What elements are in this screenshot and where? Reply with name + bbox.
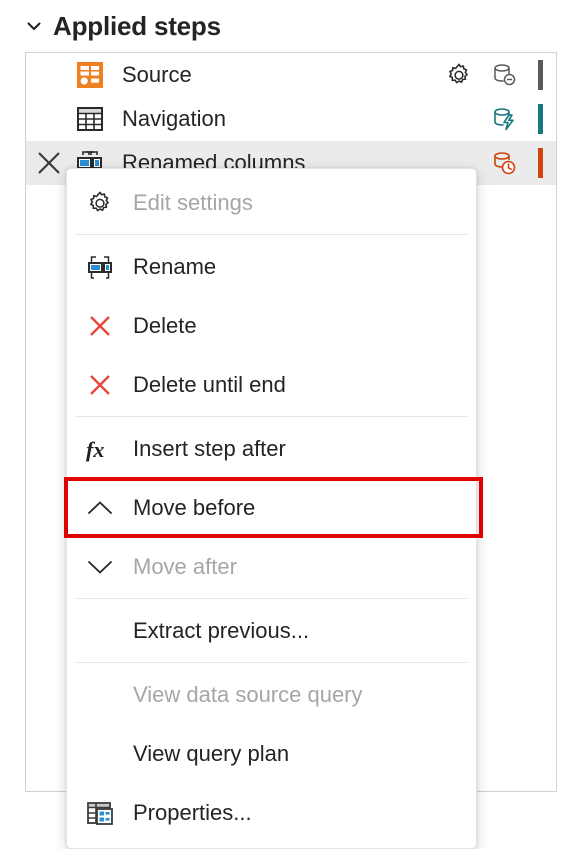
menu-item-view-query-plan[interactable]: View query plan	[67, 724, 476, 783]
svg-text:fx: fx	[86, 437, 104, 462]
gear-icon[interactable]	[442, 58, 476, 92]
table-icon	[72, 97, 108, 141]
menu-separator	[75, 598, 468, 599]
menu-item-edit-settings[interactable]: Edit settings	[67, 173, 476, 232]
menu-item-delete-until-end[interactable]: Delete until end	[67, 355, 476, 414]
step-context-menu: Edit settings Rename Delete Delete until…	[64, 168, 483, 849]
menu-item-extract-previous[interactable]: Extract previous...	[67, 601, 476, 660]
database-minus-icon[interactable]	[488, 58, 520, 92]
step-status-bar	[538, 148, 543, 178]
menu-item-insert-step-after[interactable]: fx Insert step after	[67, 419, 476, 478]
menu-separator	[75, 234, 468, 235]
menu-item-rename[interactable]: Rename	[67, 237, 476, 296]
menu-item-label: Delete	[133, 312, 197, 338]
menu-item-move-after[interactable]: Move after	[67, 537, 476, 596]
step-delete-button	[26, 97, 72, 141]
step-status-bar	[538, 104, 543, 134]
delete-x-icon	[67, 311, 133, 341]
step-row[interactable]: Source	[26, 53, 556, 97]
step-row[interactable]: Navigation	[26, 97, 556, 141]
step-status-bar	[538, 60, 543, 90]
menu-item-label: Properties...	[133, 799, 252, 825]
step-label: Navigation	[122, 106, 226, 131]
properties-icon	[67, 798, 133, 828]
step-delete-button	[26, 53, 72, 97]
chevron-down-icon	[67, 552, 133, 582]
database-lightning-icon[interactable]	[488, 102, 520, 136]
page-title: Applied steps	[53, 10, 221, 41]
rename-icon	[67, 252, 133, 282]
fx-icon: fx	[67, 434, 133, 464]
menu-separator	[75, 662, 468, 663]
step-actions	[442, 53, 556, 97]
step-label: Source	[122, 62, 192, 87]
gear-icon	[67, 188, 133, 218]
menu-item-view-data-source-query[interactable]: View data source query	[67, 665, 476, 724]
menu-item-properties[interactable]: Properties...	[67, 783, 476, 842]
menu-item-label: Edit settings	[133, 189, 253, 215]
delete-x-icon	[67, 370, 133, 400]
menu-item-label: Delete until end	[133, 371, 286, 397]
menu-item-label: View query plan	[133, 740, 290, 766]
menu-separator	[75, 416, 468, 417]
menu-item-label: View data source query	[133, 681, 363, 707]
database-clock-icon[interactable]	[488, 146, 520, 180]
menu-item-label: Rename	[133, 253, 217, 279]
chevron-down-icon[interactable]	[25, 17, 43, 35]
menu-item-move-before[interactable]: Move before	[64, 477, 483, 538]
step-actions	[442, 97, 556, 141]
source-icon	[72, 53, 108, 97]
menu-item-label: Extract previous...	[133, 617, 310, 643]
gear-icon-placeholder	[442, 102, 476, 136]
chevron-up-icon	[67, 493, 133, 523]
menu-item-label: Insert step after	[133, 435, 286, 461]
menu-item-label: Move after	[133, 553, 237, 579]
menu-item-delete[interactable]: Delete	[67, 296, 476, 355]
applied-steps-header[interactable]: Applied steps	[25, 4, 221, 48]
menu-item-label: Move before	[133, 494, 256, 520]
